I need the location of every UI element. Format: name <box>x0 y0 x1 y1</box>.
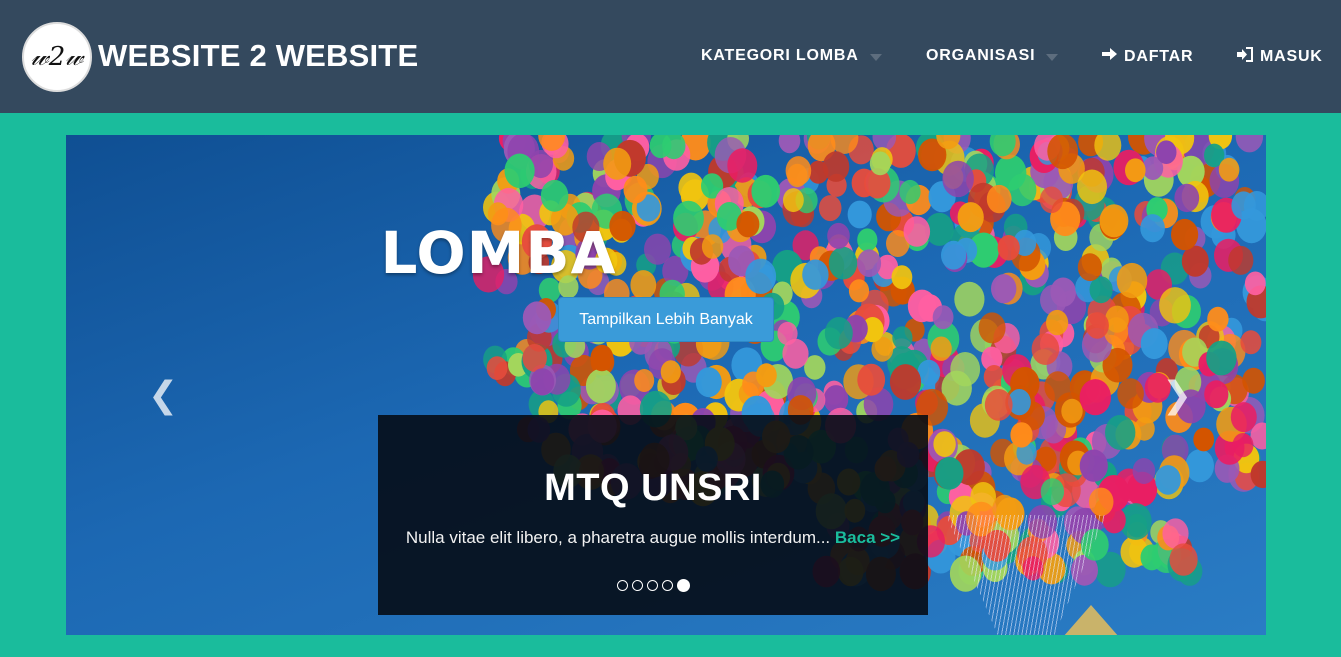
arrow-right-icon <box>1101 47 1118 66</box>
nav-daftar[interactable]: DAFTAR <box>1101 47 1193 66</box>
carousel-indicator-dot[interactable] <box>646 580 658 591</box>
house-roof <box>1056 605 1126 635</box>
nav-masuk-label: MASUK <box>1260 48 1323 65</box>
carousel-indicator-dot[interactable] <box>676 579 690 592</box>
show-more-button[interactable]: Tampilkan Lebih Banyak <box>558 297 774 342</box>
carousel-indicators <box>378 579 928 592</box>
carousel-indicator-dot[interactable] <box>661 580 673 591</box>
caret-down-icon <box>1046 54 1059 61</box>
read-more-link[interactable]: Baca >> <box>835 528 900 547</box>
nav-masuk[interactable]: MASUK <box>1236 47 1323 67</box>
hero-carousel: LOMBA Tampilkan Lebih Banyak ❮ ❯ MTQ UNS… <box>66 135 1266 635</box>
nav-daftar-label: DAFTAR <box>1124 47 1194 65</box>
site-logo[interactable]: 𝓌2𝓌 <box>22 22 92 92</box>
caption-text: Nulla vitae elit libero, a pharetra augu… <box>378 528 928 548</box>
slide-caption: MTQ UNSRI Nulla vitae elit libero, a pha… <box>378 415 928 615</box>
nav-kategori-lomba-label: KATEGORI LOMBA <box>701 47 859 64</box>
sign-in-icon <box>1236 47 1254 67</box>
carousel-indicator-dot[interactable] <box>631 580 643 591</box>
chevron-right-icon[interactable]: ❯ <box>1162 375 1192 416</box>
carousel-indicator-dot[interactable] <box>616 580 628 591</box>
hero-title: LOMBA <box>380 219 617 287</box>
nav-kategori-lomba[interactable]: KATEGORI LOMBA <box>701 47 882 65</box>
caret-down-icon <box>869 54 882 61</box>
caption-body: Nulla vitae elit libero, a pharetra augu… <box>405 528 831 547</box>
brand-title[interactable]: WEBSITE 2 WEBSITE <box>98 38 418 74</box>
caption-title: MTQ UNSRI <box>544 467 762 509</box>
navbar: 𝓌2𝓌 WEBSITE 2 WEBSITE KATEGORI LOMBA ORG… <box>0 0 1341 113</box>
chevron-left-icon[interactable]: ❮ <box>148 375 178 416</box>
nav-organisasi[interactable]: ORGANISASI <box>926 47 1059 65</box>
nav-organisasi-label: ORGANISASI <box>926 47 1036 64</box>
